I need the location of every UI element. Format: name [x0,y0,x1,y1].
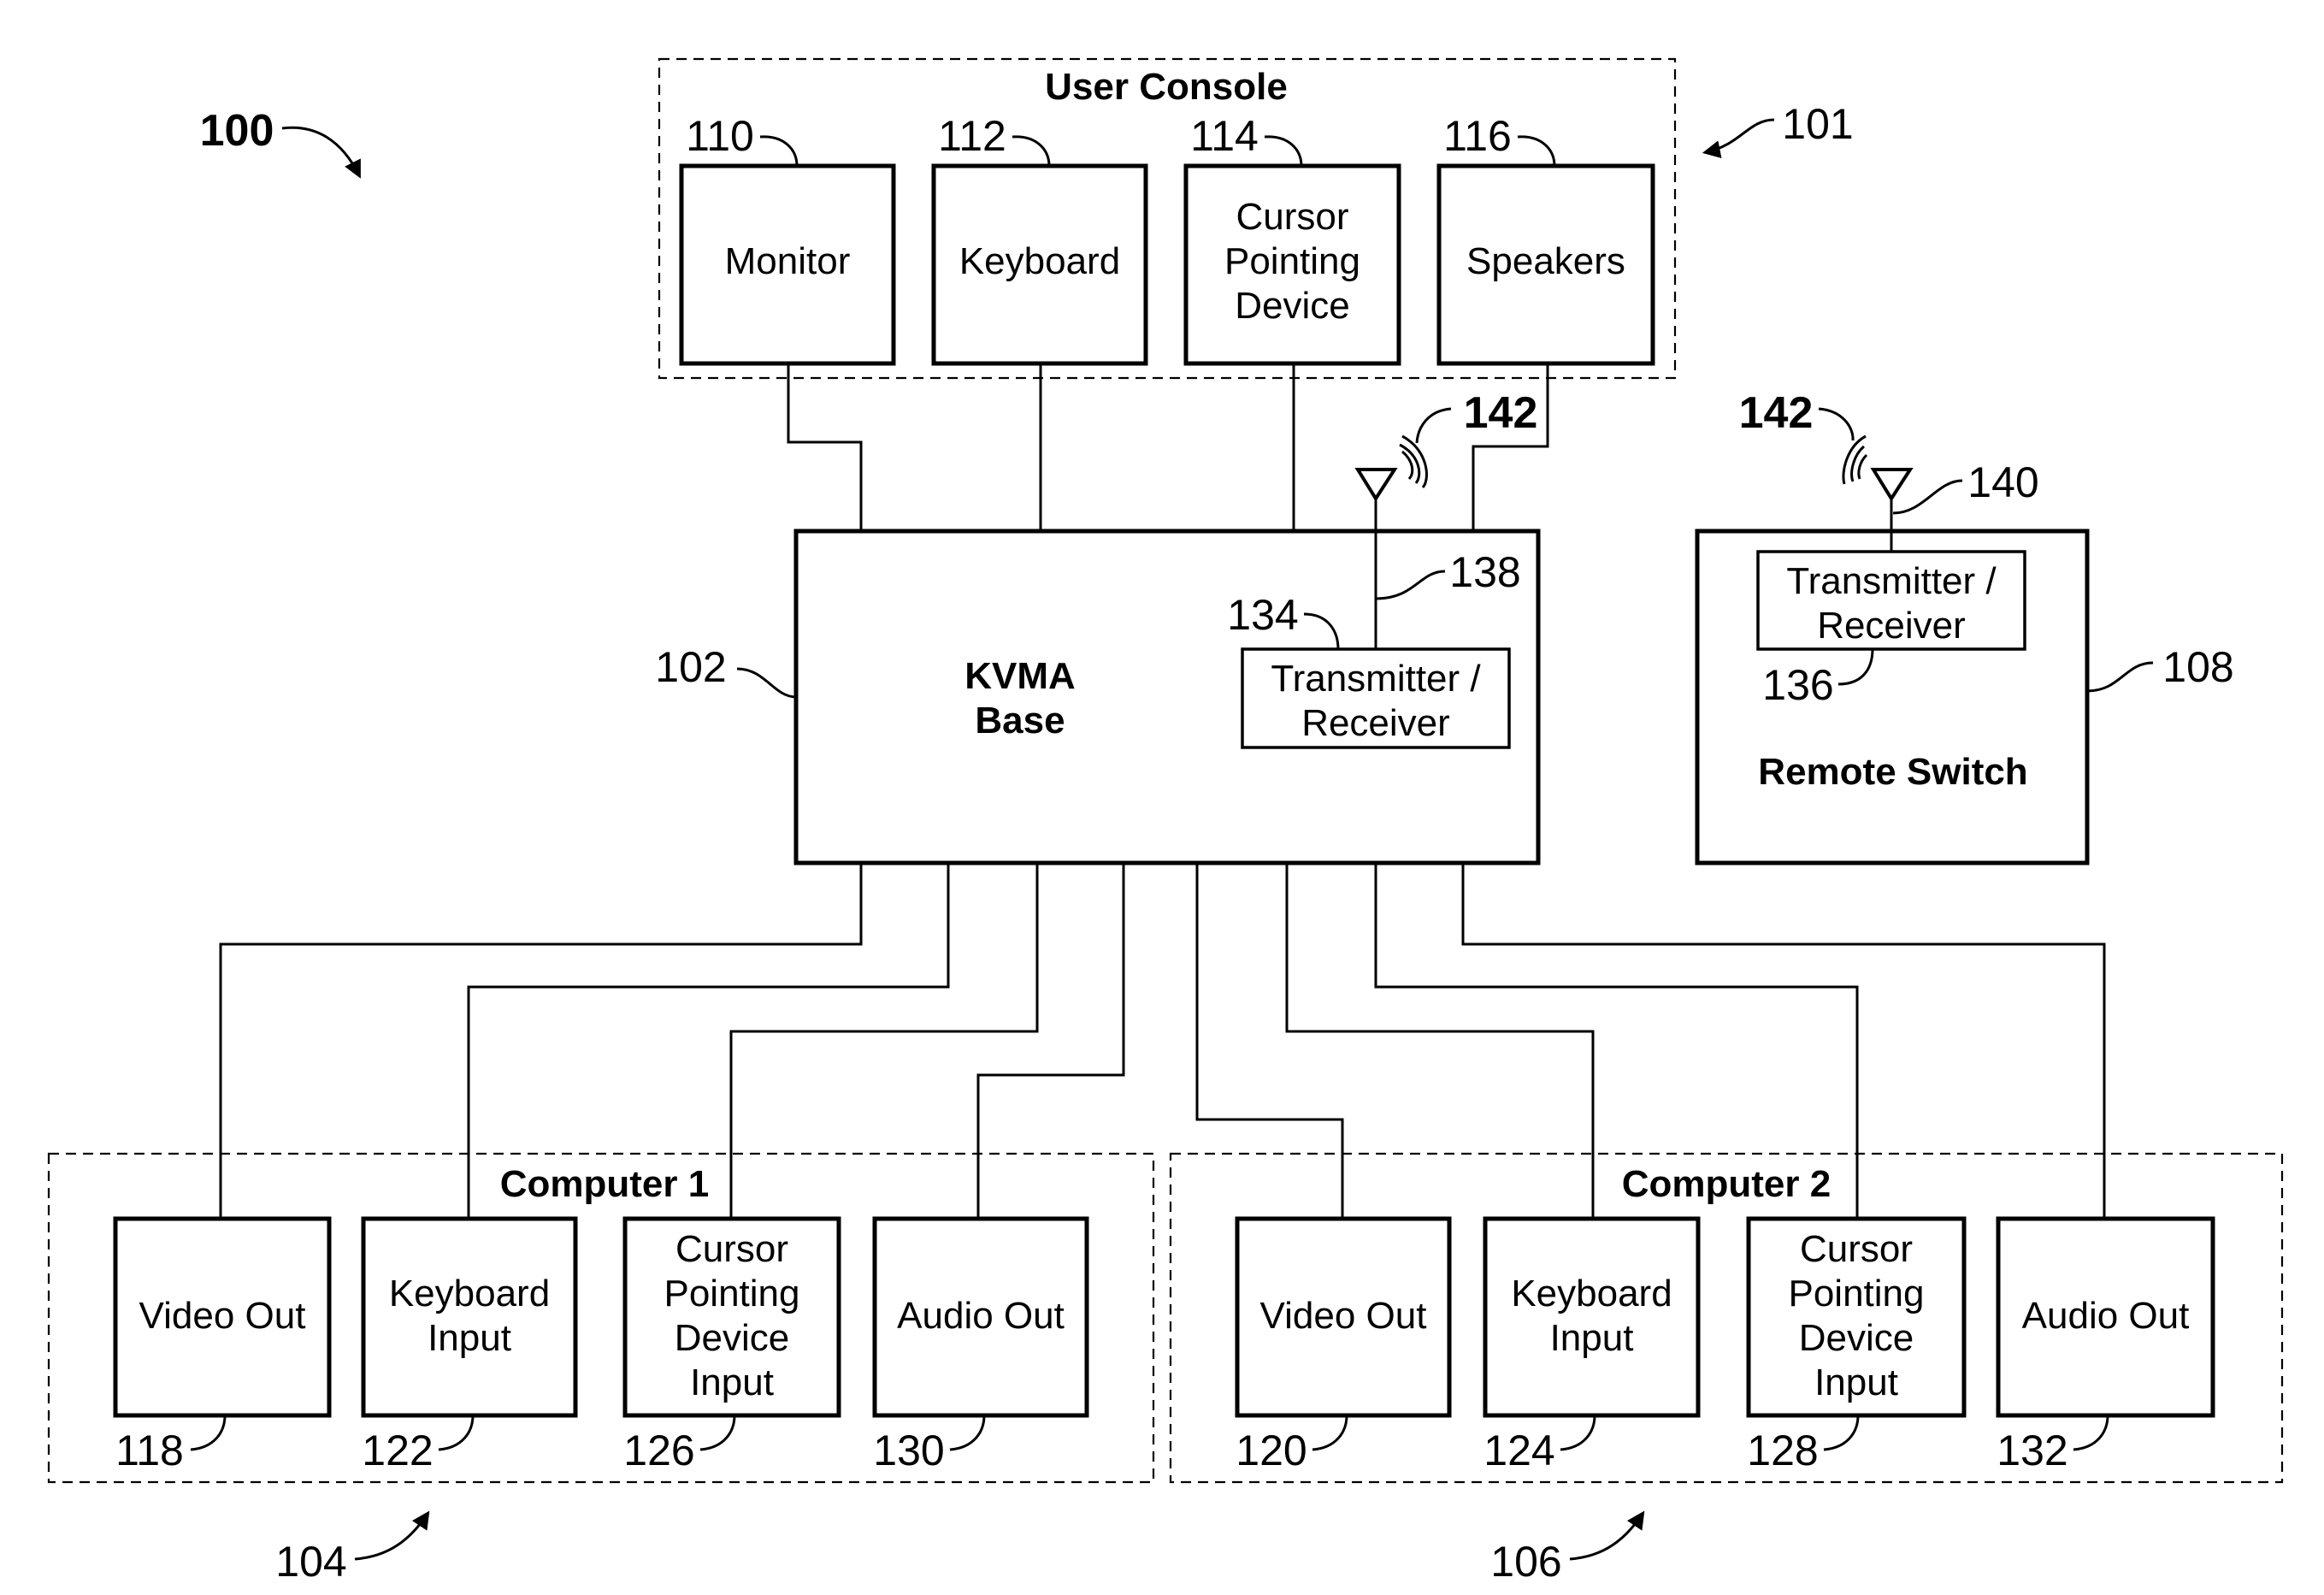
computer-1-title: Computer 1 [500,1163,709,1205]
console-device-monitor: Monitor 110 [679,112,896,366]
computer-1-keyboard-input: Keyboard Input122 [361,1216,578,1474]
keyboard-ref-leader [1012,135,1051,167]
remote-transceiver-ref: 136 [1762,661,1833,709]
kvma-signal-ref-leader [1415,407,1452,444]
computer-1-video-out-ref: 118 [115,1427,184,1474]
figure-ref-arrow [281,126,361,179]
remote-switch-ref: 108 [2162,643,2233,691]
remote-switch-title: Remote Switch [1758,751,2027,793]
monitor-label: Monitor [725,240,851,282]
remote-signal-ref: 142 [1739,388,1814,438]
computer-2-keyboard-input-ref: 124 [1483,1427,1554,1474]
kvma-signal-waves-icon [1399,434,1428,489]
computer-2-video-out-label: Video Out [1260,1295,1427,1337]
computer-2-video-out-ref: 120 [1236,1427,1307,1474]
computer-2-video-out: Video Out 120 [1235,1216,1452,1474]
computer-2-ref: 106 [1490,1538,1561,1586]
computer-2-title: Computer 2 [1622,1163,1831,1205]
figure-ref-label: 100 [200,106,274,156]
computer-1-audio-out-label: Audio Out [897,1295,1065,1337]
user-console-ref-arrow [1702,118,1775,158]
computer-1-ref-arrow [354,1510,430,1561]
cursor-pointing-device-ref-leader [1264,135,1303,167]
computer-2-cursor-pointing-device-input-ref: 128 [1747,1427,1818,1474]
remote-antenna-ref: 140 [1967,458,2038,506]
keyboard-label: Keyboard [959,240,1120,282]
computer-1-video-out: Video Out 118 [113,1216,332,1474]
computer-2-cursor-pointing-device-input: Cursor Pointing Device Input128 [1746,1216,1967,1474]
console-device-speakers: Speakers 116 [1436,112,1655,366]
speakers-ref-leader [1517,135,1556,167]
computer-2-keyboard-input: Keyboard Input124 [1483,1216,1701,1474]
kvma-signal-ref: 142 [1464,388,1538,438]
computer-2-audio-out-label: Audio Out [2022,1295,2190,1337]
computer-2-audio-out: Audio Out 132 [1996,1216,2215,1474]
kvma-transceiver-ref: 134 [1227,591,1298,639]
computer-1-cursor-pointing-device-input: Cursor Pointing Device Input126 [622,1216,841,1474]
kvma-base-ref-leader [736,667,797,699]
computer-1-video-out-label: Video Out [139,1295,306,1337]
remote-signal-ref-leader [1818,407,1855,441]
computer-1-ref: 104 [275,1538,346,1586]
kvma-system-diagram: 100 User Console 101 Monitor 110 Keyboard 1… [47,57,2284,1586]
computer-1-cursor-pointing-device-input-ref: 126 [623,1427,694,1474]
kvma-antenna-icon [1354,468,1398,502]
computer-1-keyboard-input-ref: 122 [362,1427,433,1474]
keyboard-ref: 112 [938,112,1006,160]
computer-1-video-out-ref-leader [190,1415,227,1451]
remote-antenna-icon [1870,468,1914,502]
speakers-label: Speakers [1466,240,1625,282]
monitor-ref: 110 [686,112,754,160]
kvma-base-ref: 102 [655,643,726,691]
speakers-ref: 116 [1443,112,1512,160]
console-device-keyboard: Keyboard 112 [931,112,1148,366]
audio-out-1-wire [976,863,1125,1219]
computer-1-audio-out-ref-leader [949,1415,986,1451]
computer-2-audio-out-ref-leader [2073,1415,2109,1451]
computer-2-keyboard-input-ref-leader [1560,1415,1596,1451]
computer-2-cursor-pointing-device-input-ref-leader [1823,1415,1860,1451]
computer-1-cursor-pointing-device-input-ref-leader [699,1415,736,1451]
remote-switch-ref-leader [2086,661,2154,693]
computer-2-ref-arrow [1569,1510,1645,1561]
user-console-title: User Console [1045,66,1288,108]
keyboard-input-2-wire [1285,863,1595,1219]
remote-antenna-ref-leader [1892,479,1963,515]
kvma-antenna-ref: 138 [1449,548,1520,596]
computer-1-audio-out: Audio Out 130 [872,1216,1089,1474]
console-device-cursor-pointing-device: Cursor Pointing Device 114 [1183,112,1401,366]
cursor-pointing-device-ref: 114 [1190,112,1259,160]
monitor-ref-leader [759,135,799,167]
cursor-input-1-wire [729,863,1039,1219]
computer-2-video-out-ref-leader [1312,1415,1348,1451]
computer-2-audio-out-ref: 132 [1997,1427,2067,1474]
video-out-2-wire [1195,863,1344,1219]
monitor-wire [787,363,863,531]
computer-1-audio-out-ref: 130 [873,1427,944,1474]
computer-1-keyboard-input-ref-leader [438,1415,475,1451]
remote-signal-waves-icon [1842,434,1868,485]
user-console-ref: 101 [1782,100,1853,148]
cursor-pointing-device-label: Cursor Pointing Device [1224,196,1360,327]
